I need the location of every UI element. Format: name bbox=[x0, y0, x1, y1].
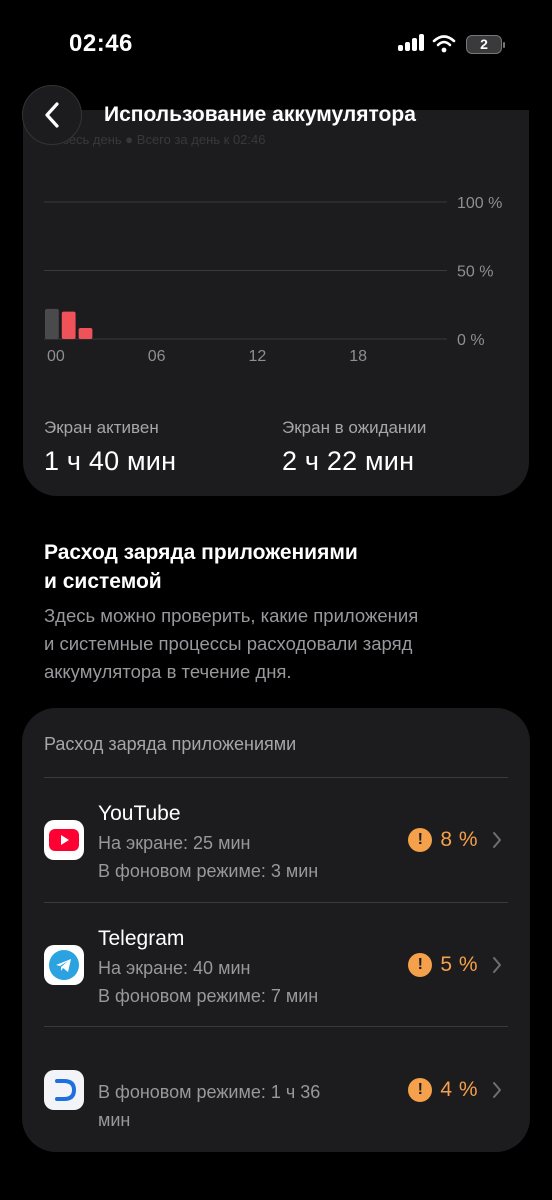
chart-x-tick-label: 00 bbox=[47, 348, 65, 365]
app-name: Telegram bbox=[98, 927, 185, 950]
chart-y-tick-label: 50 % bbox=[457, 264, 493, 281]
chart-x-tick-label: 18 bbox=[349, 348, 367, 365]
warning-icon: ! bbox=[408, 953, 433, 977]
header: Использование аккумулятора bbox=[0, 85, 552, 147]
screen-active-stat: Экран активен 1 ч 40 мин bbox=[44, 418, 176, 477]
chart-y-tick-label: 100 % bbox=[457, 195, 502, 212]
chart-bar bbox=[61, 311, 76, 339]
screen-idle-value: 2 ч 22 мин bbox=[282, 446, 415, 476]
app-background-time-cont: мин bbox=[98, 1110, 131, 1130]
status-bar: 02:46 2 bbox=[0, 0, 552, 90]
telegram-icon bbox=[44, 945, 84, 985]
divider bbox=[44, 777, 508, 778]
app-usage: ! 5 % bbox=[408, 953, 502, 977]
app-row-unnamed[interactable]: В фоновом режиме: 1 ч 36 мин ! 4 % bbox=[22, 1038, 530, 1148]
app-usage: ! 4 % bbox=[408, 1078, 502, 1102]
warning-icon: ! bbox=[408, 828, 433, 852]
chevron-right-icon bbox=[493, 1082, 501, 1098]
battery-level: 2 bbox=[480, 36, 488, 52]
app-percent: 8 % bbox=[440, 828, 478, 851]
chart-x-tick-label: 06 bbox=[148, 348, 166, 365]
chart-bar bbox=[78, 328, 93, 339]
chevron-left-icon bbox=[45, 102, 59, 128]
screen-idle-label: Экран в ожидании bbox=[282, 418, 427, 437]
screen-active-label: Экран активен bbox=[44, 418, 159, 437]
chart-y-tick-label: 0 % bbox=[457, 332, 485, 349]
section-title-line: и системой bbox=[44, 570, 162, 593]
apps-usage-card: Расход заряда приложениями YouTube На эк… bbox=[22, 708, 530, 1152]
page-title: Использование аккумулятора bbox=[104, 103, 416, 126]
back-button[interactable] bbox=[22, 85, 82, 145]
app-screen-time: На экране: 40 мин bbox=[98, 958, 251, 978]
app-name: YouTube bbox=[98, 802, 181, 825]
wifi-icon bbox=[432, 35, 456, 53]
app-screen-time: На экране: 25 мин bbox=[98, 833, 251, 853]
chart-bar bbox=[45, 308, 59, 339]
app-background-time: В фоновом режиме: 1 ч 36 bbox=[98, 1082, 321, 1102]
battery-chart: 100 % 50 % 0 % 00 06 12 18 bbox=[44, 195, 502, 365]
youtube-icon bbox=[44, 820, 84, 860]
status-time: 02:46 bbox=[69, 30, 133, 57]
section-description: Здесь можно проверить, какие приложения … bbox=[44, 602, 514, 686]
section-title-line: Расход заряда приложениями bbox=[44, 541, 358, 564]
chart-x-tick-label: 12 bbox=[249, 348, 267, 365]
chevron-right-icon bbox=[493, 832, 501, 848]
section-desc-line: аккумулятора в течение дня. bbox=[44, 661, 292, 682]
screen-idle-stat: Экран в ожидании 2 ч 22 мин bbox=[282, 418, 426, 477]
apps-card-title: Расход заряда приложениями bbox=[44, 734, 297, 754]
app-d-icon bbox=[44, 1070, 84, 1110]
section-title: Расход заряда приложениями и системой bbox=[44, 538, 514, 596]
warning-icon: ! bbox=[408, 1078, 433, 1102]
app-percent: 4 % bbox=[440, 1078, 478, 1101]
app-usage: ! 8 % bbox=[408, 828, 502, 852]
status-icons: 2 bbox=[398, 34, 505, 54]
app-row-telegram[interactable]: Telegram На экране: 40 мин В фоновом реж… bbox=[22, 913, 530, 1023]
divider bbox=[44, 1026, 508, 1027]
battery-icon: 2 bbox=[466, 34, 505, 54]
screen-active-value: 1 ч 40 мин bbox=[44, 446, 177, 476]
chevron-right-icon bbox=[493, 957, 501, 973]
section-desc-line: Здесь можно проверить, какие приложения bbox=[44, 605, 419, 626]
battery-usage-screen: 02:46 2 зесь день ● Всего за день к 02:4… bbox=[0, 0, 552, 1200]
app-background-time: В фоновом режиме: 3 мин bbox=[98, 861, 319, 881]
battery-chart-card: зесь день ● Всего за день к 02:46 100 % 5… bbox=[23, 110, 529, 496]
app-background-time: В фоновом режиме: 7 мин bbox=[98, 986, 319, 1006]
app-row-youtube[interactable]: YouTube На экране: 25 мин В фоновом режи… bbox=[22, 788, 530, 898]
app-percent: 5 % bbox=[440, 953, 478, 976]
section-desc-line: и системные процессы расходовали заряд bbox=[44, 633, 413, 654]
signal-icon bbox=[398, 34, 424, 54]
divider bbox=[44, 902, 508, 903]
